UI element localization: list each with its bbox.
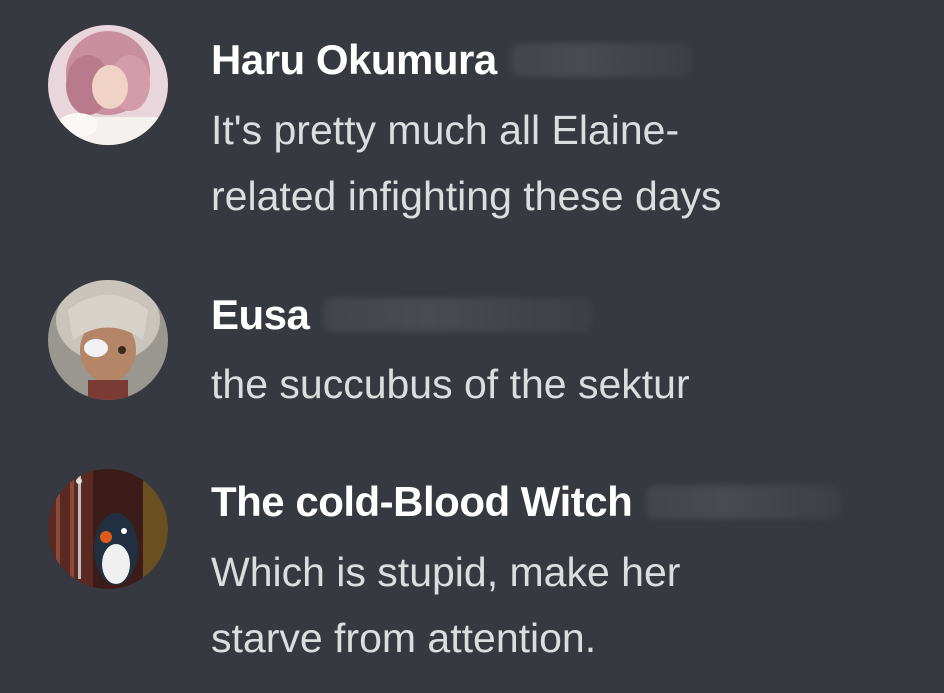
avatar-image-icon	[48, 25, 168, 145]
username[interactable]: Haru Okumura	[211, 36, 497, 84]
message-line: Which is stupid, make her	[211, 549, 681, 595]
message-header: Haru Okumura	[211, 32, 691, 88]
user-avatar[interactable]	[48, 25, 168, 145]
message-text: It's pretty much all Elaine- related inf…	[211, 97, 911, 229]
redacted-timestamp	[646, 485, 842, 519]
message-header: Eusa	[211, 287, 594, 343]
message-text: the succubus of the sektur	[211, 351, 911, 417]
user-avatar[interactable]	[48, 469, 168, 589]
message-line: the succubus of the sektur	[211, 361, 690, 407]
avatar-image-icon	[48, 280, 168, 400]
user-avatar[interactable]	[48, 280, 168, 400]
username[interactable]: Eusa	[211, 291, 310, 339]
redacted-timestamp	[323, 298, 594, 332]
username[interactable]: The cold-Blood Witch	[211, 478, 633, 526]
message-line: starve from attention.	[211, 615, 597, 661]
message-line: related infighting these days	[211, 173, 722, 219]
message-text: Which is stupid, make her starve from at…	[211, 539, 911, 671]
message-line: It's pretty much all Elaine-	[211, 107, 680, 153]
avatar-image-icon	[48, 469, 168, 589]
message-header: The cold-Blood Witch	[211, 474, 842, 530]
redacted-timestamp	[510, 43, 691, 77]
